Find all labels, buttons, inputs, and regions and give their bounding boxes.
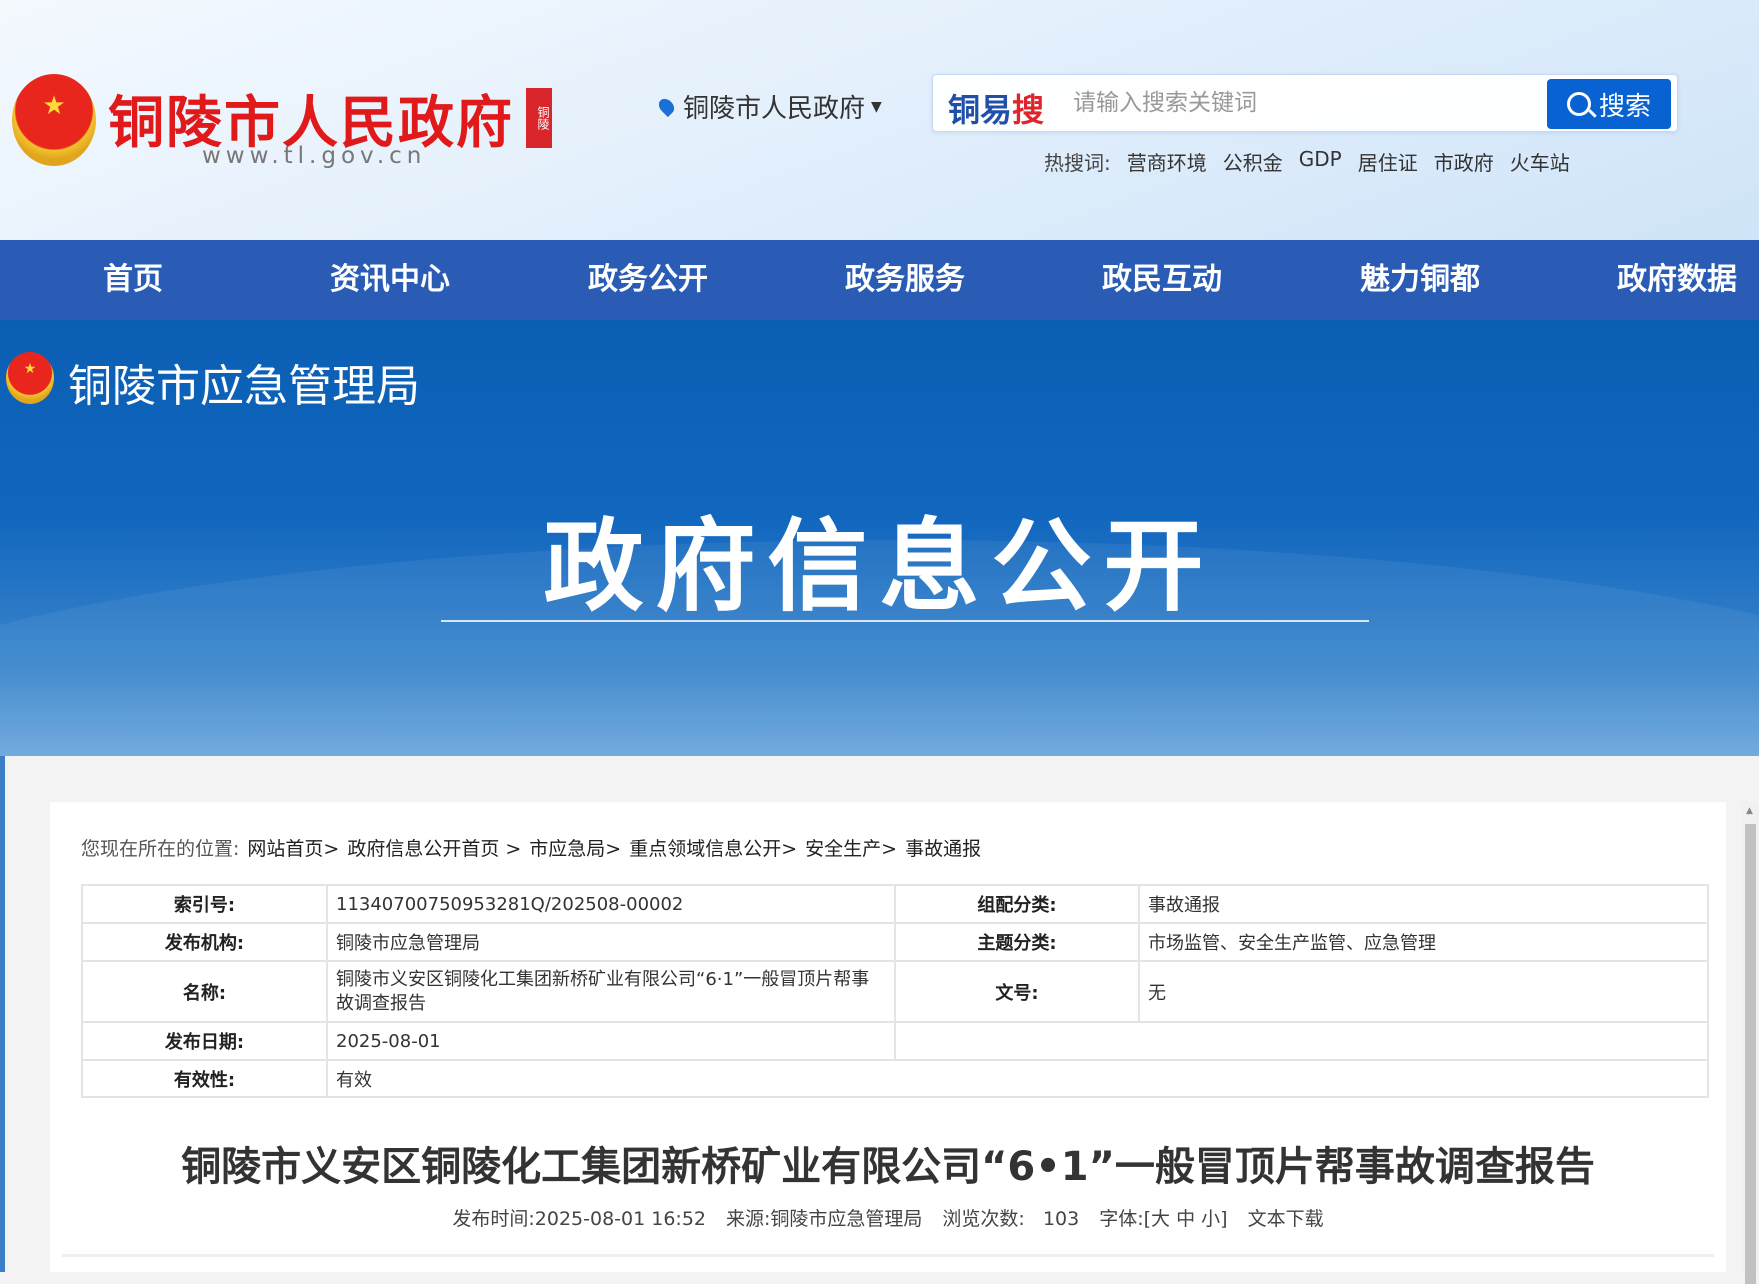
- docno-value: 无: [1138, 960, 1709, 1023]
- date-value: 2025-08-01: [326, 1021, 896, 1061]
- empty-cell: [894, 1021, 1709, 1061]
- breadcrumb-label: 您现在所在的位置:: [81, 838, 240, 860]
- date-label: 发布日期:: [81, 1021, 328, 1061]
- caret-down-icon: ▼: [871, 98, 882, 115]
- search-button-label: 搜索: [1598, 91, 1651, 122]
- views-count: 103: [1042, 1208, 1080, 1230]
- breadcrumb-item[interactable]: 市应急局>: [529, 834, 621, 861]
- hot-word[interactable]: 公积金: [1223, 147, 1283, 176]
- brand-text: 铜易: [948, 91, 1013, 129]
- breadcrumb-item[interactable]: 政府信息公开首页 >: [347, 834, 521, 861]
- content-card: 您现在所在的位置: 网站首页> 政府信息公开首页 > 市应急局> 重点领域信息公…: [50, 802, 1726, 1272]
- font-small-button[interactable]: 小: [1201, 1208, 1220, 1230]
- font-bracket: ]: [1220, 1208, 1228, 1230]
- category-value: 事故通报: [1138, 884, 1709, 924]
- breadcrumb-item[interactable]: 事故通报: [905, 834, 981, 861]
- nav-interaction[interactable]: 政民互动: [1102, 240, 1222, 320]
- font-label: 字体:[: [1099, 1208, 1152, 1230]
- org-label: 发布机构:: [81, 922, 328, 962]
- nav-gov-data[interactable]: 政府数据: [1617, 240, 1737, 320]
- breadcrumb-item[interactable]: 网站首页>: [247, 834, 339, 861]
- font-large-button[interactable]: 大: [1151, 1208, 1170, 1230]
- nav-gov-services[interactable]: 政务服务: [845, 240, 965, 320]
- org-value: 铜陵市应急管理局: [326, 922, 896, 962]
- divider: [62, 1254, 1714, 1257]
- brand-text-red: 搜: [1012, 91, 1045, 129]
- breadcrumb-item[interactable]: 安全生产>: [805, 834, 897, 861]
- search-icon: [1566, 92, 1591, 116]
- views: 浏览次数: 103: [942, 1204, 1079, 1231]
- nav-charm[interactable]: 魅力铜都: [1360, 240, 1480, 320]
- banner: 铜陵市应急管理局 政府信息公开: [0, 320, 1759, 756]
- table-row: 索引号: 11340700750953281Q/202508-00002 组配分类:…: [81, 884, 1709, 924]
- name-label: 名称:: [81, 960, 328, 1023]
- nav-news[interactable]: 资讯中心: [330, 240, 450, 320]
- scroll-up-icon[interactable]: ▲: [1746, 806, 1753, 816]
- name-value: 铜陵市义安区铜陵化工集团新桥矿业有限公司“6·1”一般冒顶片帮事故调查报告: [326, 960, 896, 1023]
- banner-title: 政府信息公开: [543, 508, 1216, 625]
- breadcrumb: 您现在所在的位置: 网站首页> 政府信息公开首页 > 市应急局> 重点领域信息公…: [81, 834, 981, 861]
- text-download-link[interactable]: 文本下载: [1248, 1204, 1324, 1231]
- topic-value: 市场监管、安全生产监管、应急管理: [1138, 922, 1709, 962]
- nav-home[interactable]: 首页: [103, 240, 163, 320]
- search-input[interactable]: [1073, 85, 1473, 121]
- table-row: 发布机构: 铜陵市应急管理局 主题分类: 市场监管、安全生产监管、应急管理: [81, 922, 1709, 962]
- hot-word[interactable]: GDP: [1299, 147, 1342, 176]
- search-box: 铜易搜 搜索: [932, 74, 1678, 132]
- agency-emblem-icon: [6, 352, 54, 404]
- table-row: 名称: 铜陵市义安区铜陵化工集团新桥矿业有限公司“6·1”一般冒顶片帮事故调查报告…: [81, 960, 1709, 1023]
- search-button[interactable]: 搜索: [1547, 79, 1671, 129]
- main-nav: 首页 资讯中心 政务公开 政务服务 政民互动 魅力铜都 政府数据: [0, 240, 1759, 320]
- location-pin-icon: [655, 95, 678, 118]
- location-selector[interactable]: 铜陵市人民政府 ▼: [655, 88, 882, 125]
- views-label: 浏览次数:: [942, 1208, 1025, 1230]
- publish-time: 发布时间:2025-08-01 16:52: [452, 1208, 706, 1230]
- seal-logo: 铜陵: [526, 88, 552, 148]
- scrollbar[interactable]: ▲: [1742, 802, 1759, 1284]
- hot-word[interactable]: 居住证: [1358, 147, 1418, 176]
- nav-gov-affairs-open[interactable]: 政务公开: [588, 240, 708, 320]
- hot-label: 热搜词:: [1044, 151, 1111, 175]
- scrollbar-thumb[interactable]: [1745, 824, 1756, 1284]
- index-label: 索引号:: [81, 884, 328, 924]
- hot-searches: 热搜词: 营商环境 公积金 GDP 居住证 市政府 火车站: [1044, 147, 1570, 176]
- index-value: 11340700750953281Q/202508-00002: [326, 884, 896, 924]
- search-brand: 铜易搜: [948, 85, 1044, 131]
- topic-label: 主题分类:: [894, 922, 1140, 962]
- info-table: 索引号: 11340700750953281Q/202508-00002 组配分类:…: [81, 884, 1709, 1098]
- left-strip: [0, 756, 5, 1272]
- agency-name: 铜陵市应急管理局: [68, 361, 420, 412]
- site-header: 铜陵市人民政府 铜陵 www.tl.gov.cn 铜陵市人民政府 ▼ 铜易搜 搜索…: [0, 0, 1759, 240]
- source: 来源:铜陵市应急管理局: [726, 1208, 923, 1230]
- font-medium-button[interactable]: 中: [1176, 1208, 1195, 1230]
- hot-word[interactable]: 市政府: [1434, 147, 1494, 176]
- hot-word[interactable]: 营商环境: [1127, 147, 1207, 176]
- font-size-control: 字体:[大 中 小]: [1099, 1204, 1227, 1231]
- article-meta: 发布时间:2025-08-01 16:52 来源:铜陵市应急管理局 浏览次数: …: [50, 1204, 1726, 1231]
- article-title: 铜陵市义安区铜陵化工集团新桥矿业有限公司“6•1”一般冒顶片帮事故调查报告: [181, 1144, 1595, 1190]
- table-row: 有效性: 有效: [81, 1059, 1709, 1098]
- table-row: 发布日期: 2025-08-01: [81, 1021, 1709, 1061]
- site-url: www.tl.gov.cn: [202, 143, 427, 169]
- valid-value: 有效: [326, 1059, 1709, 1098]
- docno-label: 文号:: [894, 960, 1140, 1023]
- breadcrumb-item[interactable]: 重点领域信息公开>: [629, 834, 797, 861]
- national-emblem-icon: [12, 74, 96, 166]
- banner-underline: [441, 620, 1369, 622]
- category-label: 组配分类:: [894, 884, 1140, 924]
- hot-word[interactable]: 火车站: [1510, 147, 1570, 176]
- location-label: 铜陵市人民政府: [683, 94, 866, 124]
- valid-label: 有效性:: [81, 1059, 328, 1098]
